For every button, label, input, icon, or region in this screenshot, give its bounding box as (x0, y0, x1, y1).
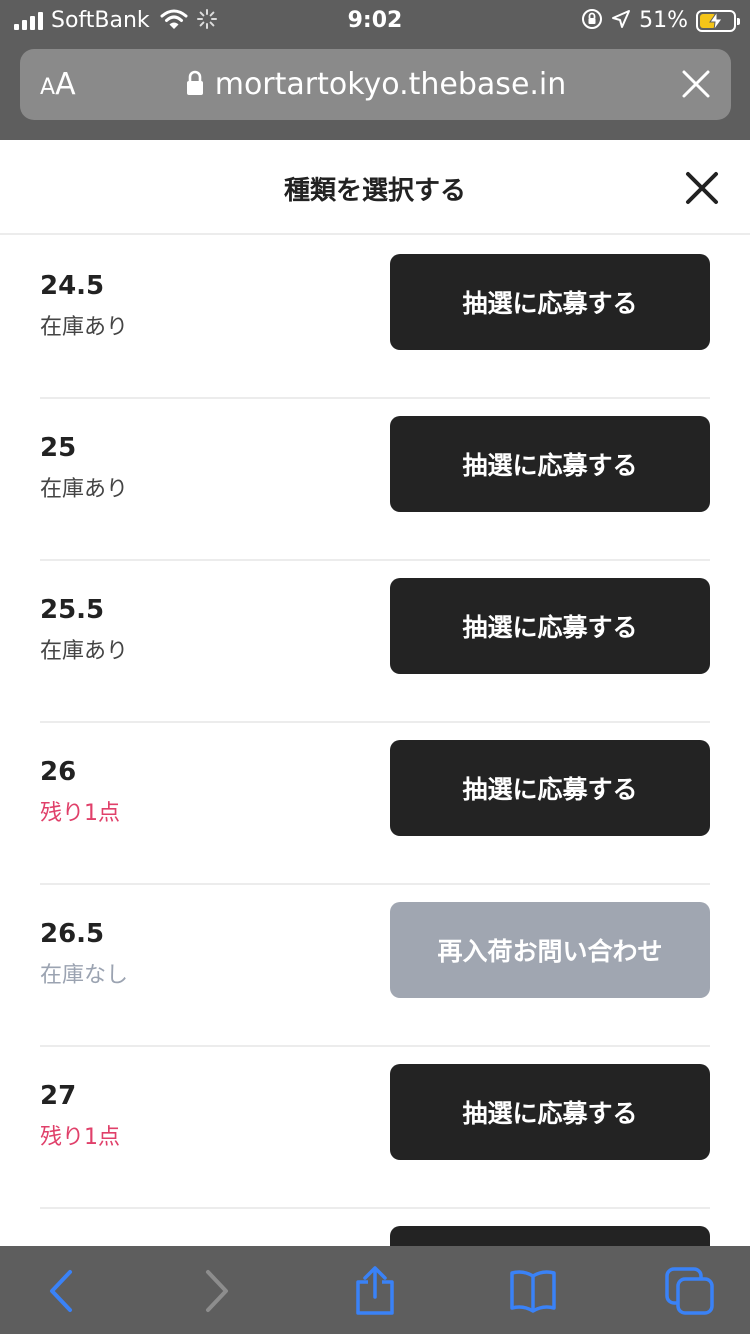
apply-lottery-button[interactable]: 抽選に応募する (390, 578, 710, 674)
share-icon[interactable] (350, 1266, 400, 1316)
variant-size: 26 (40, 757, 77, 787)
forward-icon[interactable] (192, 1266, 242, 1316)
apply-lottery-button[interactable]: 抽選に応募する (390, 740, 710, 836)
variant-size: 27 (40, 1081, 77, 1111)
url-text: mortartokyo.thebase.in (214, 67, 567, 102)
bookmarks-icon[interactable] (508, 1266, 558, 1316)
variant-row: 25.5 在庫あり 抽選に応募する (40, 561, 710, 723)
browser-toolbar (0, 1246, 750, 1334)
url-display[interactable]: mortartokyo.thebase.in (20, 67, 731, 103)
status-bar: SoftBank 9:02 51% (0, 0, 750, 42)
variant-list[interactable]: 24.5 在庫あり 抽選に応募する 25 在庫あり 抽選に応募する 25.5 在… (0, 237, 750, 1246)
variant-row: 26 残り1点 抽選に応募する (40, 723, 710, 885)
variant-row: 27 残り1点 抽選に応募する (40, 1047, 710, 1209)
variant-stock: 在庫あり (40, 477, 129, 502)
variant-row: 25 在庫あり 抽選に応募する (40, 399, 710, 561)
browser-header: A A mortartokyo.thebase.in (0, 42, 750, 140)
close-icon[interactable] (679, 67, 713, 101)
variant-stock: 残り1点 (40, 1125, 120, 1150)
back-icon[interactable] (36, 1266, 86, 1316)
variant-size: 24.5 (40, 271, 105, 301)
variant-size: 26.5 (40, 919, 105, 949)
location-icon (611, 9, 631, 33)
restock-inquiry-button[interactable]: 再入荷お問い合わせ (390, 902, 710, 998)
tabs-icon[interactable] (664, 1266, 714, 1316)
apply-lottery-button[interactable] (390, 1226, 710, 1246)
variant-row: 24.5 在庫あり 抽選に応募する (40, 237, 710, 399)
apply-lottery-button[interactable]: 抽選に応募する (390, 254, 710, 350)
variant-size: 25 (40, 433, 77, 463)
apply-lottery-button[interactable]: 抽選に応募する (390, 416, 710, 512)
address-bar[interactable]: A A mortartokyo.thebase.in (20, 49, 731, 120)
variant-stock: 在庫あり (40, 315, 129, 340)
battery-charging-icon (696, 10, 740, 32)
apply-lottery-button[interactable]: 抽選に応募する (390, 1064, 710, 1160)
battery-percent: 51% (639, 8, 688, 33)
status-right: 51% (581, 8, 740, 34)
variant-row: 26.5 在庫なし 再入荷お問い合わせ (40, 885, 710, 1047)
rotation-lock-icon (581, 8, 603, 34)
sheet-close-icon[interactable] (684, 170, 720, 206)
variant-row (40, 1209, 710, 1246)
variant-stock: 在庫なし (40, 963, 129, 988)
variant-size: 25.5 (40, 595, 105, 625)
sheet-title: 種類を選択する (283, 176, 466, 206)
lock-icon (185, 70, 205, 100)
variant-stock: 残り1点 (40, 801, 120, 826)
sheet-header: 種類を選択する (0, 140, 750, 235)
variant-stock: 在庫あり (40, 639, 129, 664)
